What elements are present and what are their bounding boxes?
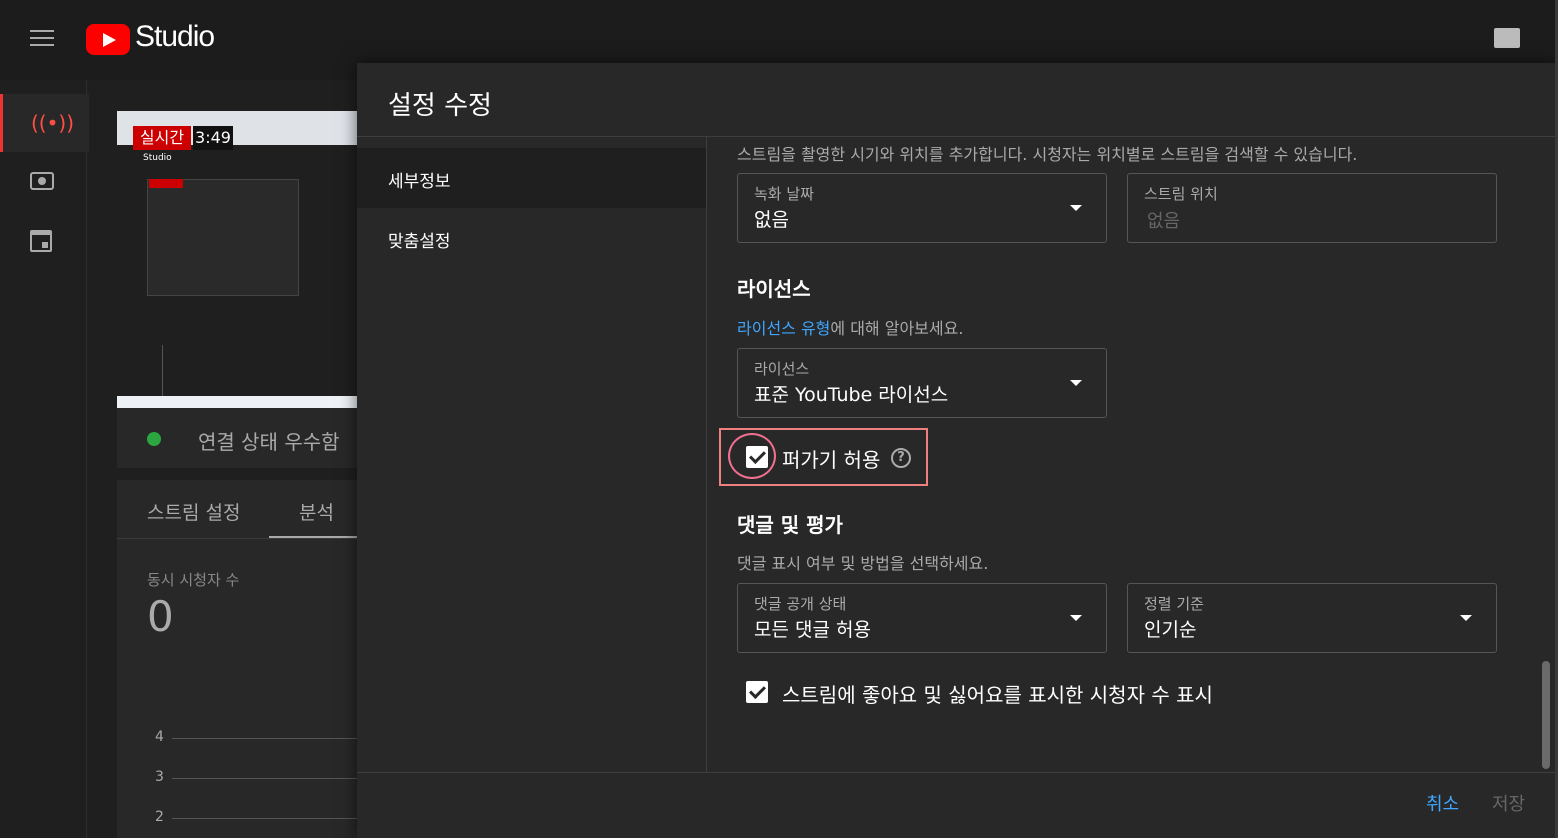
recording-date-dropdown[interactable]: 녹화 날짜 없음 bbox=[737, 173, 1107, 243]
comments-heading: 댓글 및 평가 bbox=[737, 513, 843, 537]
sidebar-divider bbox=[706, 137, 707, 773]
stream-location-field[interactable]: 스트림 위치 없음 bbox=[1127, 173, 1497, 243]
nav-item-camera[interactable] bbox=[0, 154, 86, 212]
stream-location-placeholder[interactable]: 없음 bbox=[1147, 207, 1180, 233]
dialog-title: 설정 수정 bbox=[388, 91, 492, 121]
tab-customization[interactable]: 맞춤설정 bbox=[357, 208, 706, 268]
chart-gridline bbox=[172, 778, 357, 779]
help-circle-icon[interactable]: ? bbox=[891, 448, 911, 468]
concurrent-viewers-label: 동시 시청자 수 bbox=[147, 571, 240, 589]
tab-stream-settings[interactable]: 스트림 설정 bbox=[147, 498, 240, 525]
chart-tick-label: 2 bbox=[155, 809, 164, 825]
youtube-logo-icon[interactable] bbox=[86, 24, 130, 55]
clapperboard-icon[interactable] bbox=[1494, 28, 1520, 48]
chart-tick-label: 4 bbox=[155, 729, 164, 745]
location-help-text: 스트림을 촬영한 시기와 위치를 추가합니다. 시청자는 위치별로 스트림을 검… bbox=[737, 145, 1358, 164]
status-dot-icon bbox=[147, 432, 161, 446]
license-types-link[interactable]: 라이선스 유형 bbox=[737, 319, 830, 338]
allow-embedding-checkbox[interactable] bbox=[746, 446, 768, 468]
tab-details-label: 세부정보 bbox=[388, 172, 451, 192]
dropdown-arrow-icon bbox=[1070, 205, 1082, 211]
connection-status-card: 연결 상태 우수함 bbox=[117, 408, 357, 468]
sort-by-dropdown[interactable]: 정렬 기준 인기순 bbox=[1127, 583, 1497, 653]
show-likes-checkbox[interactable] bbox=[746, 681, 768, 703]
live-badge: 실시간 bbox=[133, 126, 191, 150]
sort-by-label: 정렬 기준 bbox=[1144, 595, 1204, 613]
calendar-icon bbox=[30, 230, 52, 252]
preview-taskbar bbox=[117, 396, 357, 408]
concurrent-viewers-value: 0 bbox=[147, 592, 174, 641]
left-nav: ((•)) bbox=[0, 80, 89, 838]
comment-visibility-label: 댓글 공개 상태 bbox=[754, 595, 847, 613]
tab-divider bbox=[117, 538, 357, 539]
chart-gridline bbox=[172, 818, 357, 819]
live-elapsed-time: 3:49 bbox=[193, 126, 233, 150]
license-field-label: 라이선스 bbox=[754, 360, 810, 378]
preview-inner-logo: Studio bbox=[143, 153, 172, 163]
sort-by-value: 인기순 bbox=[1144, 619, 1197, 641]
license-help-suffix: 에 대해 알아보세요. bbox=[830, 319, 964, 338]
chart-gridline bbox=[172, 738, 357, 739]
allow-embedding-label[interactable]: 퍼가기 허용 bbox=[782, 444, 880, 473]
dropdown-arrow-icon bbox=[1070, 615, 1082, 621]
dialog-footer-divider bbox=[357, 772, 1557, 773]
comment-visibility-value: 모든 댓글 허용 bbox=[754, 619, 871, 641]
dialog-scrollbar[interactable] bbox=[1542, 661, 1550, 769]
stream-location-label: 스트림 위치 bbox=[1144, 185, 1218, 203]
show-likes-label[interactable]: 스트림에 좋아요 및 싫어요를 표시한 시청자 수 표시 bbox=[782, 679, 1213, 708]
dialog-header-divider bbox=[357, 136, 1557, 137]
license-dropdown[interactable]: 라이선스 표준 YouTube 라이선스 bbox=[737, 348, 1107, 418]
analytics-card: 스트림 설정 분석 동시 시청자 수 0 4 3 2 bbox=[117, 480, 357, 838]
license-field-value: 표준 YouTube 라이선스 bbox=[754, 384, 949, 406]
connection-status-text: 연결 상태 우수함 bbox=[198, 430, 340, 454]
recording-date-value: 없음 bbox=[754, 209, 789, 231]
edit-settings-dialog: 설정 수정 세부정보 맞춤설정 스트림을 촬영한 시기와 위치를 추가합니다. … bbox=[357, 63, 1557, 838]
chart-tick-label: 3 bbox=[155, 769, 164, 785]
preview-inner-frame bbox=[147, 179, 299, 296]
preview-inner-badge bbox=[149, 179, 183, 188]
recording-date-label: 녹화 날짜 bbox=[754, 185, 814, 203]
tab-details[interactable]: 세부정보 bbox=[357, 148, 706, 208]
hamburger-icon[interactable] bbox=[30, 30, 54, 48]
comment-visibility-dropdown[interactable]: 댓글 공개 상태 모든 댓글 허용 bbox=[737, 583, 1107, 653]
nav-item-calendar[interactable] bbox=[0, 214, 86, 272]
live-broadcast-icon: ((•)) bbox=[31, 111, 75, 135]
dropdown-arrow-icon bbox=[1070, 380, 1082, 386]
comments-help-text: 댓글 표시 여부 및 방법을 선택하세요. bbox=[737, 554, 989, 573]
license-heading: 라이선스 bbox=[737, 277, 811, 301]
preview-screen bbox=[117, 145, 357, 405]
save-button[interactable]: 저장 bbox=[1492, 790, 1525, 816]
cancel-button[interactable]: 취소 bbox=[1426, 790, 1459, 816]
logo-text[interactable]: Studio bbox=[135, 20, 215, 54]
tab-customization-label: 맞춤설정 bbox=[388, 232, 451, 252]
nav-item-live[interactable]: ((•)) bbox=[0, 94, 89, 152]
license-help-text: 라이선스 유형에 대해 알아보세요. bbox=[737, 315, 963, 339]
tab-analytics[interactable]: 분석 bbox=[299, 498, 334, 525]
dropdown-arrow-icon bbox=[1460, 615, 1472, 621]
camera-icon bbox=[30, 172, 54, 190]
